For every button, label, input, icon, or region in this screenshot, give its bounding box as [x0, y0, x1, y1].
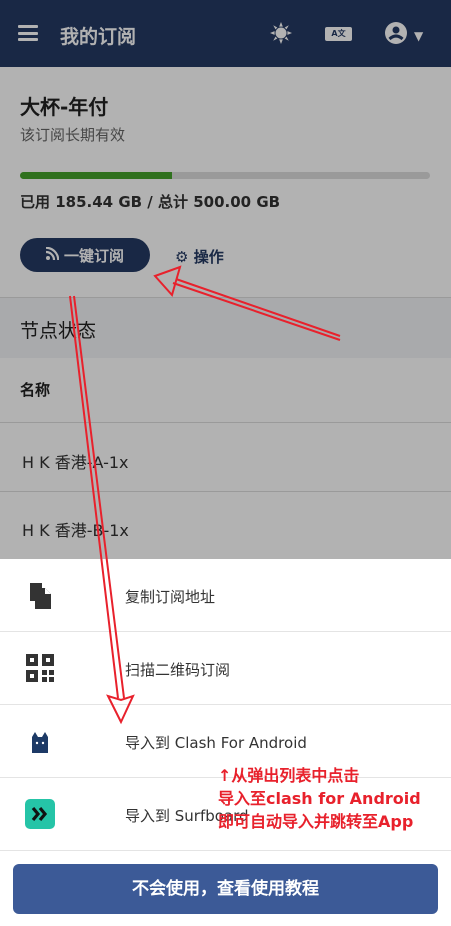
scan-qrcode-item[interactable]: 扫描二维码订阅	[0, 632, 451, 705]
view-tutorial-button[interactable]: 不会使用，查看使用教程	[13, 864, 438, 914]
annotation-line: ↑从弹出列表中点击	[218, 766, 360, 785]
copy-subscribe-url-item[interactable]: 复制订阅地址	[0, 559, 451, 632]
clash-cat-icon	[32, 732, 48, 753]
annotation-line: 导入至clash for Android	[218, 789, 421, 808]
sheet-item-label: 导入到 Clash For Android	[125, 734, 307, 752]
copy-icon	[30, 583, 51, 609]
qrcode-icon	[26, 654, 54, 682]
sheet-item-label: 扫描二维码订阅	[125, 661, 231, 679]
annotation-line: 即可自动导入并跳转至App	[218, 812, 414, 831]
sheet-item-label: 复制订阅地址	[125, 588, 216, 606]
annotation-text: ↑从弹出列表中点击 导入至clash for Android 即可自动导入并跳转…	[218, 764, 421, 833]
subscribe-action-sheet: 复制订阅地址 扫描二维码订阅 导入到 Clash For Android 导入到…	[0, 559, 451, 926]
surfboard-icon	[25, 799, 55, 829]
modal-backdrop[interactable]	[0, 0, 451, 559]
